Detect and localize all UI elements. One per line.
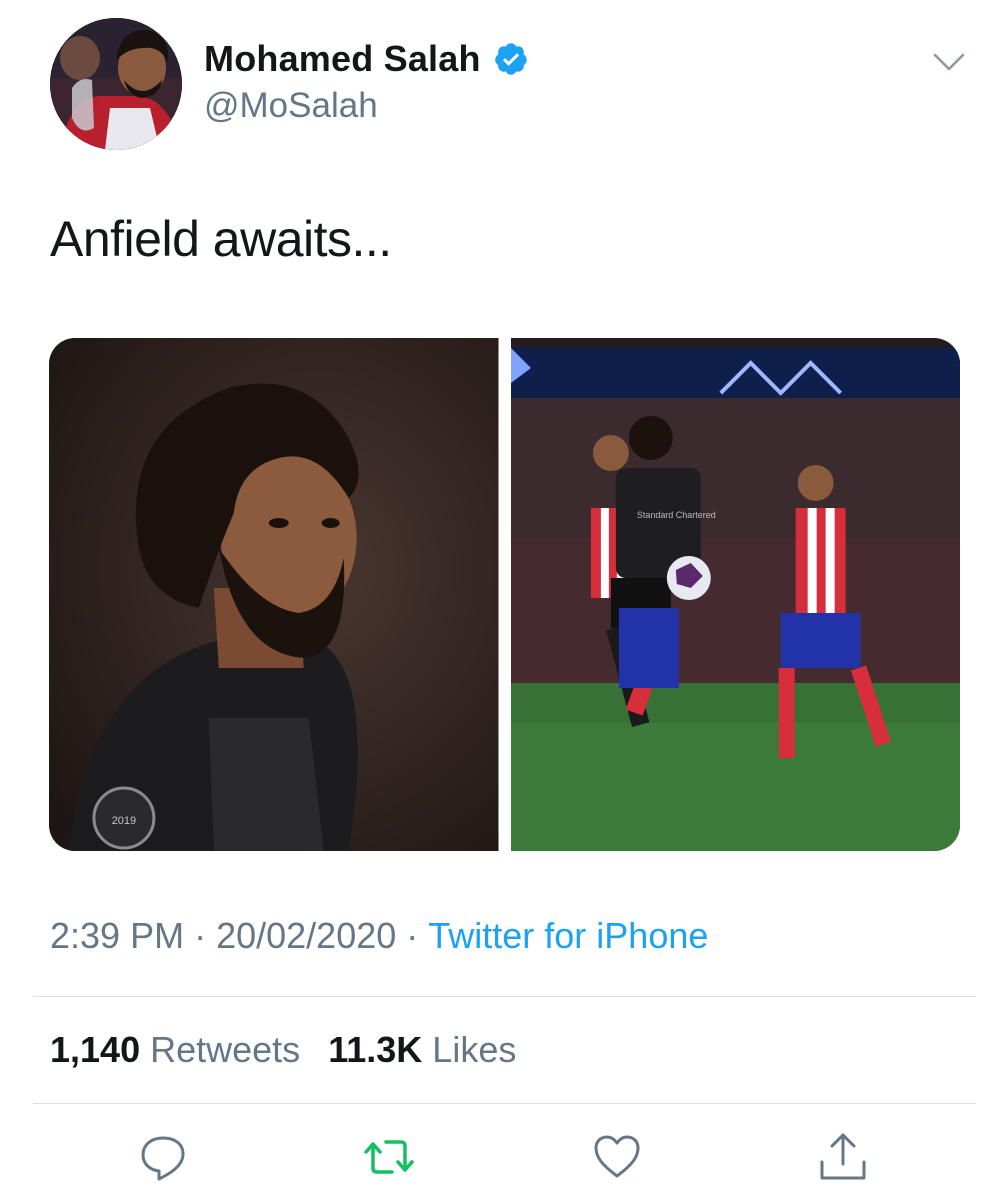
badge-text: 2019 [112, 815, 136, 827]
author-name[interactable]: Mohamed Salah [204, 38, 481, 80]
retweets-label[interactable]: Retweets [150, 1029, 300, 1070]
divider [33, 1103, 976, 1104]
divider [33, 996, 976, 997]
likes-label[interactable]: Likes [432, 1029, 516, 1070]
media-photo-match[interactable]: Standard Chartered [510, 338, 960, 851]
retweets-count[interactable]: 1,140 [50, 1029, 140, 1070]
tweet-meta: 2:39 PM · 20/02/2020 · Twitter for iPhone [50, 915, 708, 957]
likes-count[interactable]: 11.3K [328, 1029, 422, 1070]
verified-badge-icon [494, 43, 527, 75]
media-grid: 2019 Standard Chartered [49, 338, 960, 851]
retweet-icon [364, 1140, 414, 1174]
reply-button[interactable] [138, 1132, 188, 1182]
retweet-button[interactable] [364, 1132, 414, 1182]
media-photo-portrait[interactable]: 2019 [49, 338, 499, 851]
tweet-source-link[interactable]: Twitter for iPhone [428, 915, 708, 956]
share-button[interactable] [818, 1132, 868, 1182]
share-icon [820, 1133, 866, 1180]
chevron-down-icon[interactable] [932, 50, 966, 74]
tweet-date[interactable]: 20/02/2020 [216, 915, 396, 956]
reply-icon [141, 1136, 185, 1181]
tweet-text: Anfield awaits... [50, 211, 392, 267]
sponsor-text: Standard Chartered [636, 510, 715, 520]
avatar[interactable] [50, 18, 182, 150]
like-icon [594, 1135, 640, 1178]
meta-separator: · [406, 915, 419, 956]
tweet-time[interactable]: 2:39 PM [50, 915, 184, 956]
author-handle[interactable]: @MoSalah [204, 86, 378, 126]
tweet-stats: 1,140 Retweets 11.3K Likes [50, 1029, 534, 1071]
like-button[interactable] [592, 1132, 642, 1182]
meta-separator: · [194, 915, 207, 956]
